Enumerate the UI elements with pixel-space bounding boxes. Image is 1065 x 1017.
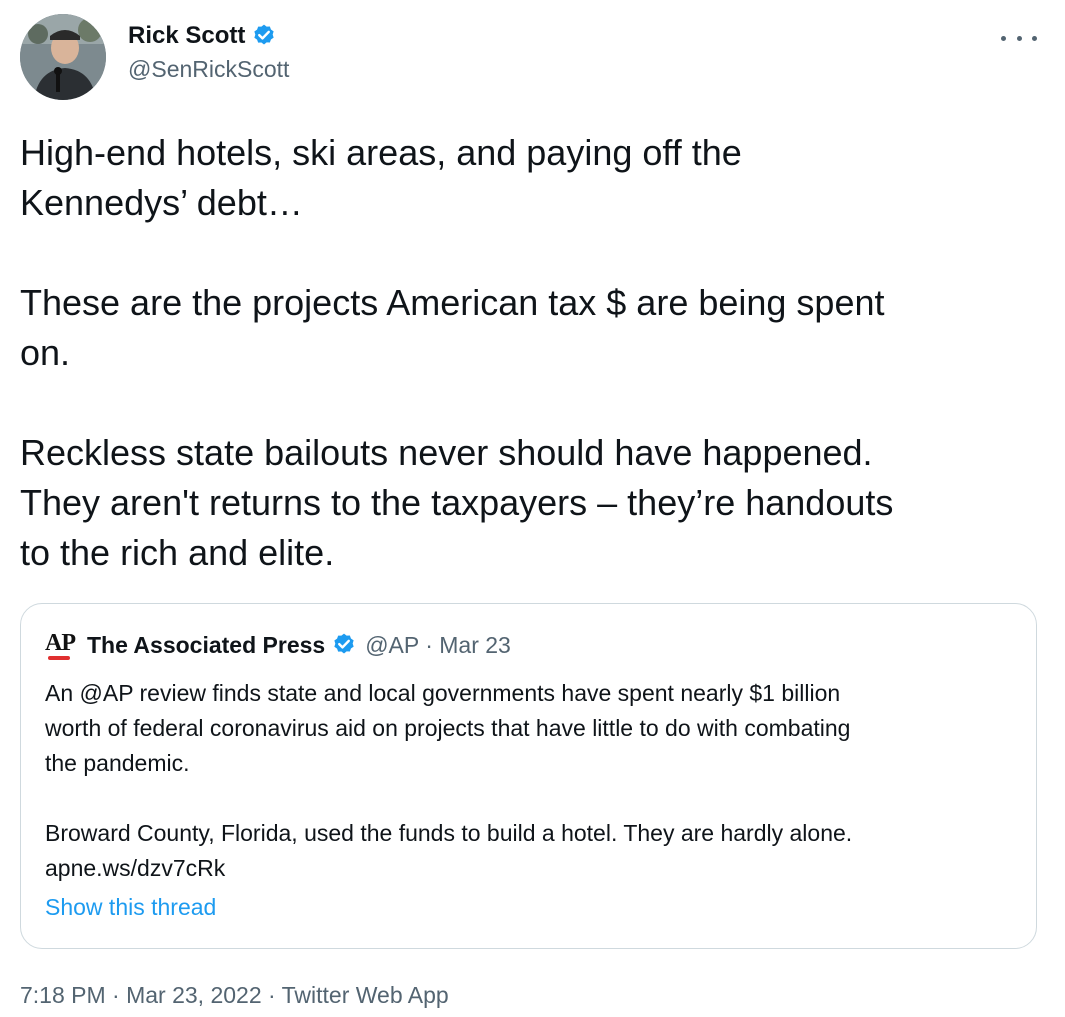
tweet: Rick Scott @SenRickScott High-end hotels… [0, 0, 1065, 1017]
author-display-name[interactable]: Rick Scott [128, 22, 245, 50]
quoted-tweet-header: AP The Associated Press @AP · Mar 23 [45, 630, 511, 660]
avatar[interactable] [20, 14, 106, 100]
tweet-header: Rick Scott @SenRickScott [20, 14, 1045, 104]
tweet-text: High-end hotels, ski areas, and paying o… [20, 132, 894, 573]
verified-badge-icon [254, 24, 275, 45]
author-handle[interactable]: @SenRickScott [128, 56, 289, 83]
tweet-timestamp-source[interactable]: 7:18 PM · Mar 23, 2022 · Twitter Web App [20, 982, 449, 1009]
quoted-display-name: The Associated Press [87, 631, 326, 658]
quoted-tweet-text: An @AP review finds state and local gove… [45, 680, 853, 881]
more-options-icon[interactable] [1001, 26, 1037, 50]
quoted-handle-date: @AP · Mar 23 [365, 631, 511, 658]
ap-logo-icon: AP [45, 630, 77, 660]
verified-badge-icon [334, 633, 354, 654]
author-block: Rick Scott @SenRickScott [128, 20, 289, 83]
show-thread-link[interactable]: Show this thread [45, 894, 216, 921]
quoted-tweet[interactable]: AP The Associated Press @AP · Mar 23 An … [20, 603, 1037, 949]
